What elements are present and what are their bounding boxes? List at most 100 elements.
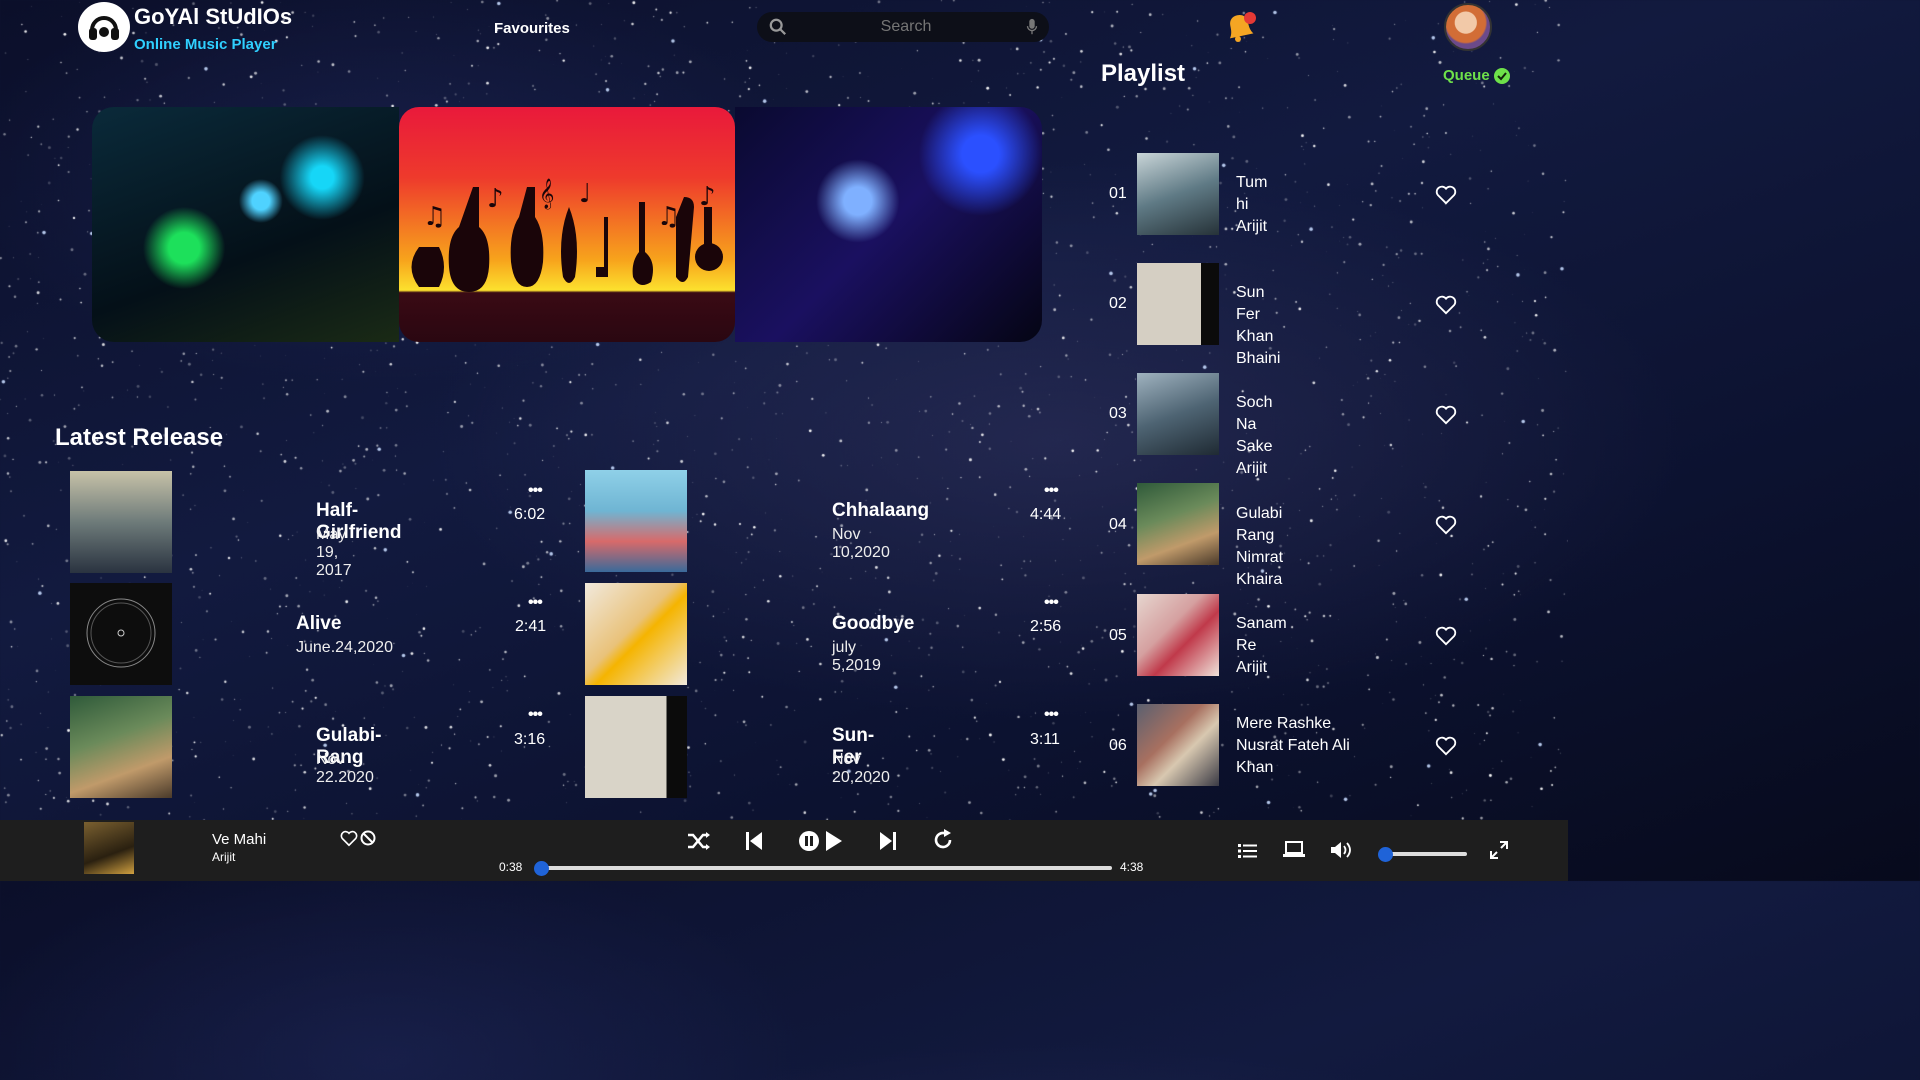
- song-artist: Nusrat Fateh Ali Khan: [1236, 737, 1350, 776]
- vinyl-icon: [86, 598, 156, 668]
- more-options-icon[interactable]: •••: [1044, 594, 1059, 612]
- song-artist: Khan Bhaini: [1236, 328, 1281, 367]
- headphones-logo-icon: [84, 7, 124, 47]
- elapsed-time: 0:38: [499, 860, 523, 874]
- fullscreen-icon[interactable]: [1490, 841, 1508, 859]
- album-art-tum-hi[interactable]: [1137, 153, 1219, 235]
- track-number: 03: [1109, 405, 1127, 422]
- album-art-sun-fer[interactable]: [1137, 263, 1219, 345]
- album-art-gulabi-rang[interactable]: [1137, 483, 1219, 565]
- release-name[interactable]: Goodbye: [832, 613, 914, 635]
- album-art-mere-rashke[interactable]: [1137, 704, 1219, 786]
- notification-dot: [1244, 12, 1256, 24]
- laptop-icon[interactable]: [1283, 841, 1305, 859]
- banner-slide-instruments: ♫ ♪ 𝄞 ♩ ♫ ♪: [399, 107, 735, 342]
- more-options-icon[interactable]: •••: [1044, 482, 1059, 500]
- volume-handle[interactable]: [1378, 847, 1393, 862]
- shuffle-icon[interactable]: [687, 831, 711, 851]
- heart-icon[interactable]: [1435, 405, 1457, 425]
- list-icon[interactable]: [1238, 843, 1257, 859]
- heart-icon[interactable]: [1435, 185, 1457, 205]
- search-bar: [757, 12, 1049, 42]
- svg-text:♫: ♫: [423, 202, 446, 232]
- track-number: 02: [1109, 295, 1127, 312]
- volume-slider[interactable]: [1385, 852, 1467, 856]
- heart-icon[interactable]: [1435, 736, 1457, 756]
- nav-favourites[interactable]: Favourites: [494, 20, 570, 37]
- svg-text:♪: ♪: [487, 184, 504, 214]
- album-art-half-girlfriend[interactable]: [70, 471, 172, 573]
- volume-icon[interactable]: [1330, 841, 1352, 859]
- svg-text:𝄞: 𝄞: [539, 178, 554, 210]
- svg-text:♩: ♩: [579, 179, 591, 209]
- playlist-song[interactable]: Soch Na Sake Arijit: [1236, 392, 1272, 480]
- more-options-icon[interactable]: •••: [528, 482, 543, 500]
- song-artist: Nimrat Khaira: [1236, 549, 1284, 588]
- play-icon[interactable]: [824, 829, 844, 853]
- logo[interactable]: [78, 2, 130, 52]
- heart-icon[interactable]: [340, 830, 358, 847]
- playlist-song[interactable]: Mere Rashke Nusrat Fateh Ali Khan: [1236, 713, 1376, 779]
- previous-icon[interactable]: [745, 830, 763, 852]
- avatar[interactable]: [1444, 3, 1492, 51]
- heart-icon[interactable]: [1435, 295, 1457, 315]
- playlist-song[interactable]: Gulabi Rang Nimrat Khaira: [1236, 503, 1283, 591]
- queue-label: Queue: [1443, 67, 1490, 84]
- heart-icon[interactable]: [1435, 626, 1457, 646]
- playlist-song[interactable]: Sanam Re Arijit: [1236, 613, 1287, 679]
- song-artist: Arijit: [1236, 659, 1268, 676]
- total-time: 4:38: [1120, 860, 1144, 874]
- release-duration: 3:11: [1030, 731, 1060, 748]
- song-title: Mere Rashke: [1236, 715, 1332, 732]
- album-art-chhalaang[interactable]: [585, 470, 687, 572]
- song-title: Sanam Re: [1236, 615, 1287, 654]
- track-number: 01: [1109, 185, 1127, 202]
- release-name[interactable]: Alive: [296, 613, 341, 635]
- pause-icon[interactable]: [798, 830, 820, 852]
- more-options-icon[interactable]: •••: [528, 706, 543, 724]
- now-playing-album-art[interactable]: [84, 822, 134, 874]
- brand-title: GoYAl StUdIOs: [134, 4, 293, 29]
- heart-icon[interactable]: [1435, 515, 1457, 535]
- release-duration: 2:56: [1030, 618, 1062, 635]
- song-title: Gulabi Rang: [1236, 505, 1283, 544]
- queue-button[interactable]: Queue: [1443, 67, 1510, 84]
- search-input[interactable]: [787, 17, 1025, 37]
- banner-carousel[interactable]: ♫ ♪ 𝄞 ♩ ♫ ♪: [92, 107, 1042, 342]
- song-title: Tum hi: [1236, 174, 1268, 213]
- release-duration: 4:44: [1030, 506, 1062, 523]
- release-duration: 6:02: [514, 506, 546, 523]
- now-playing-artist: Arijit: [212, 850, 236, 864]
- progress-handle[interactable]: [534, 861, 549, 876]
- album-art-soch-na-sake[interactable]: [1137, 373, 1219, 455]
- progress-bar[interactable]: [541, 866, 1112, 870]
- album-art-goodbye[interactable]: [585, 583, 687, 685]
- release-date: June.24,2020: [296, 639, 393, 656]
- playlist-song[interactable]: Sun Fer Khan Bhaini: [1236, 282, 1280, 370]
- playlist-song[interactable]: Tum hi Arijit: [1236, 172, 1267, 238]
- release-date: Nov 22.2020: [316, 751, 374, 786]
- track-number: 05: [1109, 627, 1127, 644]
- release-date: Nov 20,2020: [832, 751, 890, 786]
- album-art-gulabi-rang[interactable]: [70, 696, 172, 798]
- song-artist: Arijit: [1236, 218, 1268, 235]
- now-playing-title: Ve Mahi: [212, 831, 267, 848]
- release-duration: 3:16: [514, 731, 546, 748]
- mic-icon[interactable]: [1025, 18, 1039, 36]
- banner-slide-dj: [92, 107, 399, 342]
- more-options-icon[interactable]: •••: [1044, 706, 1059, 724]
- release-date: july 5,2019: [832, 639, 881, 674]
- release-name[interactable]: Chhalaang: [832, 500, 929, 522]
- search-icon[interactable]: [769, 18, 787, 36]
- bell-icon[interactable]: [1222, 10, 1258, 44]
- svg-text:♪: ♪: [699, 182, 716, 212]
- block-icon[interactable]: [360, 830, 376, 846]
- check-circle-icon: [1493, 67, 1510, 84]
- album-art-sun-fer[interactable]: [585, 696, 687, 798]
- more-options-icon[interactable]: •••: [528, 594, 543, 612]
- album-art-alive[interactable]: [70, 583, 172, 685]
- song-artist: Arijit: [1236, 460, 1268, 477]
- next-icon[interactable]: [879, 830, 897, 852]
- album-art-sanam-re[interactable]: [1137, 594, 1219, 676]
- repeat-icon[interactable]: [932, 829, 954, 851]
